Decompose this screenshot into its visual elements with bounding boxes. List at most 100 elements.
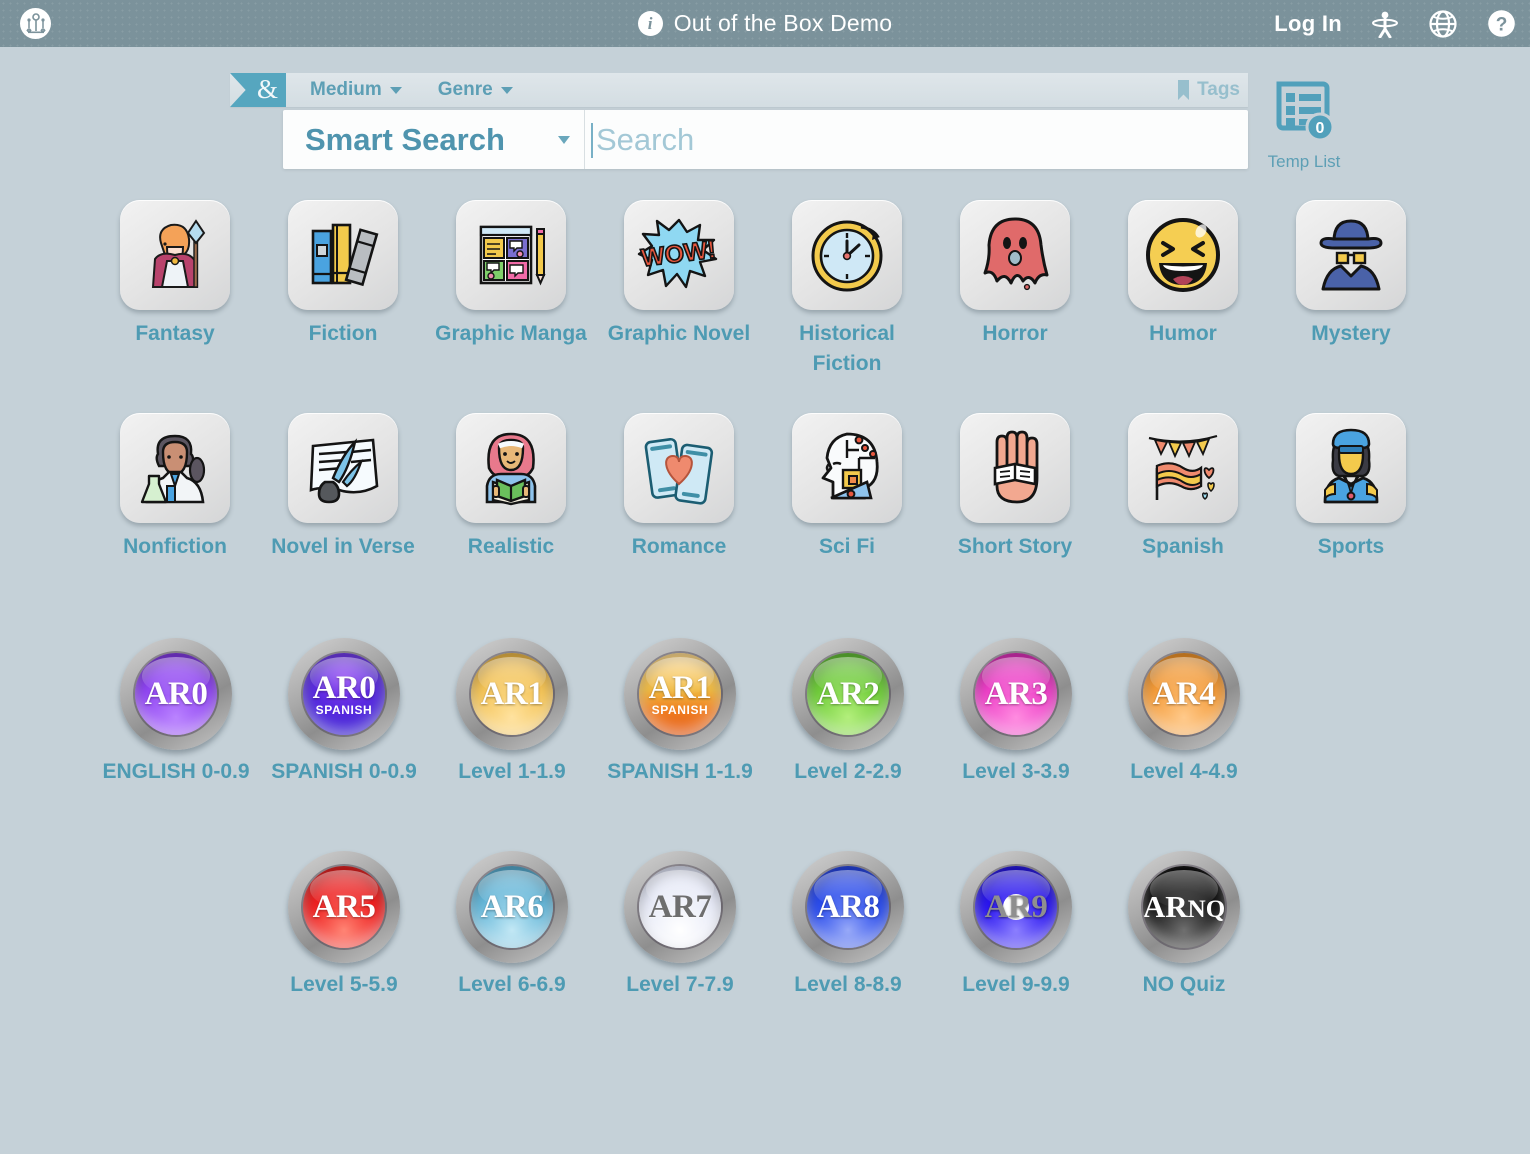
genre-tile-nonfiction[interactable]: Nonfiction bbox=[91, 413, 259, 562]
top-bar: i Out of the Box Demo Log In ? bbox=[0, 0, 1530, 47]
ar-badge-text: AR3 bbox=[984, 675, 1048, 712]
accessibility-icon[interactable] bbox=[1370, 9, 1400, 39]
manga-panels-icon bbox=[456, 200, 566, 310]
ar-button-level-4[interactable]: AR4 Level 4-4.9 bbox=[1099, 638, 1269, 784]
ar-badge: AR NQ bbox=[1128, 851, 1240, 963]
filter-medium-label: Medium bbox=[310, 79, 382, 100]
ar-button-spanish-1[interactable]: AR1 SPANISH SPANISH 1-1.9 bbox=[595, 638, 765, 784]
genre-tile-spanish[interactable]: Spanish bbox=[1099, 413, 1267, 562]
ar-button-level-2[interactable]: AR2 Level 2-2.9 bbox=[763, 638, 933, 784]
arnq-prefix: AR bbox=[1143, 889, 1188, 924]
genre-tile-humor[interactable]: Humor bbox=[1099, 200, 1267, 349]
ar-button-level-8[interactable]: AR8 Level 8-8.9 bbox=[763, 851, 933, 997]
ar-badge-text: AR0 bbox=[144, 675, 208, 712]
ar-badge: AR0 bbox=[120, 638, 232, 750]
globe-icon[interactable] bbox=[1428, 9, 1458, 39]
filter-genre[interactable]: Genre bbox=[438, 79, 513, 101]
ar-label: Level 9-9.9 bbox=[962, 973, 1070, 996]
ar-badge-text: AR1 bbox=[648, 669, 712, 706]
genre-label: Novel in Verse bbox=[271, 535, 415, 558]
ar-badge-text: AR0 bbox=[312, 669, 376, 706]
filter-bar: Medium Genre Tags bbox=[230, 73, 1248, 107]
ar-badge: AR4 bbox=[1128, 638, 1240, 750]
genre-label: Sci Fi bbox=[818, 535, 876, 558]
page-title: Out of the Box Demo bbox=[673, 10, 893, 36]
ar-badge-text: AR9 bbox=[984, 888, 1048, 925]
genre-tile-graphic-manga[interactable]: Graphic Manga bbox=[427, 200, 595, 349]
ar-label: Level 1-1.9 bbox=[458, 760, 566, 783]
ar-badge: AR7 bbox=[624, 851, 736, 963]
genre-tile-novel-in-verse[interactable]: Novel in Verse bbox=[259, 413, 427, 562]
genre-tile-horror[interactable]: Horror bbox=[931, 200, 1099, 349]
ar-button-level-7[interactable]: AR7 Level 7-7.9 bbox=[595, 851, 765, 997]
ampersand-ribbon[interactable]: & bbox=[230, 73, 286, 107]
help-icon[interactable]: ? bbox=[1486, 9, 1516, 39]
ar-badge-text: AR5 bbox=[312, 888, 376, 925]
genre-tile-mystery[interactable]: Mystery bbox=[1267, 200, 1435, 349]
genre-tile-realistic[interactable]: Realistic bbox=[427, 413, 595, 562]
phones-heart-icon bbox=[624, 413, 734, 523]
smart-search-dropdown[interactable]: Smart Search bbox=[283, 110, 585, 169]
ar-badge: AR5 bbox=[288, 851, 400, 963]
chevron-down-icon bbox=[389, 86, 402, 94]
ar-button-english-0[interactable]: AR0 ENGLISH 0-0.9 bbox=[91, 638, 261, 784]
svg-text:?: ? bbox=[1495, 15, 1507, 36]
ar-button-level-6[interactable]: AR6 Level 6-6.9 bbox=[427, 851, 597, 997]
info-icon: i bbox=[637, 11, 663, 36]
genre-tile-sci-fi[interactable]: Sci Fi bbox=[763, 413, 931, 562]
ar-badge: AR0 SPANISH bbox=[288, 638, 400, 750]
temp-list-button[interactable]: 0 Temp List bbox=[1262, 78, 1346, 172]
ar-label: Level 3-3.9 bbox=[962, 760, 1070, 783]
ar-label: SPANISH 1-1.9 bbox=[607, 760, 753, 783]
ar-badge: AR1 bbox=[456, 638, 568, 750]
genre-label: Horror bbox=[982, 322, 1048, 345]
genre-label: Graphic Novel bbox=[607, 322, 751, 345]
tags-button[interactable]: Tags bbox=[1177, 73, 1240, 107]
ar-badge: AR9 bbox=[960, 851, 1072, 963]
books-icon bbox=[288, 200, 398, 310]
login-button[interactable]: Log In bbox=[1274, 11, 1342, 37]
ar-button-level-3[interactable]: AR3 Level 3-3.9 bbox=[931, 638, 1101, 784]
genre-label: Spanish bbox=[1142, 535, 1224, 558]
ar-button-level-1[interactable]: AR1 Level 1-1.9 bbox=[427, 638, 597, 784]
filter-menu: Medium Genre bbox=[310, 79, 513, 101]
genre-tile-sports[interactable]: Sports bbox=[1267, 413, 1435, 562]
arnq-suffix: NQ bbox=[1187, 896, 1225, 923]
genre-tile-graphic-novel[interactable]: WOW! Graphic Novel bbox=[595, 200, 763, 349]
genre-label: Nonfiction bbox=[123, 535, 227, 558]
genre-tile-fiction[interactable]: Fiction bbox=[259, 200, 427, 349]
ar-badge-text: AR2 bbox=[816, 675, 880, 712]
chevron-down-icon bbox=[500, 86, 513, 94]
genre-label: Fantasy bbox=[135, 322, 215, 345]
genre-tile-fantasy[interactable]: Fantasy bbox=[91, 200, 259, 349]
ar-label: Level 2-2.9 bbox=[794, 760, 902, 783]
genre-tile-historical-fiction[interactable]: Historical Fiction bbox=[763, 200, 931, 379]
ar-button-level-9[interactable]: AR9 Level 9-9.9 bbox=[931, 851, 1101, 997]
genre-label: Mystery bbox=[1311, 322, 1391, 345]
scientist-icon bbox=[120, 413, 230, 523]
filter-genre-label: Genre bbox=[437, 79, 493, 100]
search-input-wrap bbox=[585, 110, 1248, 169]
ar-badge-text: AR1 bbox=[480, 675, 544, 712]
ar-button-no-quiz[interactable]: AR NQ NO Quiz bbox=[1099, 851, 1269, 997]
ar-badge-text: AR8 bbox=[816, 888, 880, 925]
ar-badge-text: AR4 bbox=[1152, 675, 1216, 712]
search-input[interactable] bbox=[596, 121, 1248, 158]
ar-badge: AR6 bbox=[456, 851, 568, 963]
genre-label: Realistic bbox=[467, 535, 555, 558]
text-cursor bbox=[591, 123, 593, 158]
ar-badge: AR1 SPANISH bbox=[624, 638, 736, 750]
search-bar: Smart Search bbox=[283, 110, 1248, 169]
ar-button-spanish-0[interactable]: AR0 SPANISH SPANISH 0-0.9 bbox=[259, 638, 429, 784]
filter-medium[interactable]: Medium bbox=[310, 79, 402, 101]
genre-tile-short-story[interactable]: Short Story bbox=[931, 413, 1099, 562]
ar-button-level-5[interactable]: AR5 Level 5-5.9 bbox=[259, 851, 429, 997]
cyborg-head-icon bbox=[792, 413, 902, 523]
genre-tile-romance[interactable]: Romance bbox=[595, 413, 763, 562]
temp-list-icon: 0 bbox=[1276, 81, 1335, 142]
laughing-face-icon bbox=[1128, 200, 1238, 310]
topbar-actions: Log In ? bbox=[1274, 0, 1516, 47]
ar-label: SPANISH 0-0.9 bbox=[271, 760, 417, 783]
ar-label: Level 8-8.9 bbox=[794, 973, 902, 996]
temp-list-label: Temp List bbox=[1267, 152, 1341, 171]
